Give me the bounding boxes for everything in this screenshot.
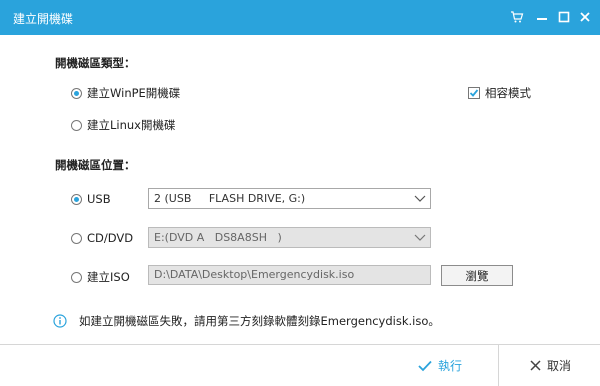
compat-mode-checkbox[interactable] [468, 87, 480, 99]
linux-radio-option[interactable]: 建立Linux開機碟 [71, 117, 175, 133]
execute-button[interactable]: 執行 [418, 357, 462, 374]
boot-location-label: 開機磁區位置： [55, 158, 136, 172]
window-title: 建立開機碟 [13, 12, 74, 26]
iso-radio-label: 建立ISO [87, 270, 130, 284]
iso-radio-option[interactable]: 建立ISO [71, 269, 130, 285]
iso-radio[interactable] [71, 271, 82, 283]
usb-drive-value: 2 (USB FLASH DRIVE, G:) [154, 192, 306, 205]
usb-radio-label: USB [87, 192, 111, 206]
info-message: 如建立開機磁區失敗，請用第三方刻錄軟體刻錄Emergencydisk.iso。 [53, 313, 440, 329]
usb-radio[interactable] [71, 193, 82, 205]
cddvd-radio-option[interactable]: CD/DVD [71, 231, 133, 245]
usb-radio-option[interactable]: USB [71, 192, 111, 206]
linux-radio-label: 建立Linux開機碟 [87, 118, 176, 132]
execute-label: 執行 [438, 359, 463, 373]
checkmark-icon [469, 89, 479, 97]
winpe-radio[interactable] [71, 87, 82, 99]
chevron-down-icon [410, 228, 430, 247]
compat-mode-label: 相容模式 [485, 86, 531, 100]
usb-drive-select[interactable]: 2 (USB FLASH DRIVE, G:) [148, 188, 431, 209]
chevron-down-icon[interactable] [410, 189, 430, 208]
linux-radio[interactable] [71, 119, 82, 131]
compat-mode-option[interactable]: 相容模式 [468, 85, 531, 101]
cancel-label: 取消 [547, 359, 572, 373]
winpe-radio-option[interactable]: 建立WinPE開機碟 [71, 85, 180, 101]
checkmark-icon [418, 360, 432, 372]
boot-type-label: 開機磁區類型： [55, 56, 136, 70]
cddvd-drive-select: E:(DVD A DS8A8SH ) [148, 227, 431, 248]
maximize-icon[interactable] [555, 8, 573, 26]
cddvd-radio[interactable] [71, 232, 82, 244]
footer-bar: 執行 取消 [0, 344, 600, 386]
title-bar: 建立開機碟 [0, 0, 600, 35]
browse-button[interactable]: 瀏覽 [441, 265, 513, 286]
cancel-button[interactable]: 取消 [530, 357, 571, 374]
close-icon[interactable] [576, 8, 594, 26]
iso-path-input: D:\DATA\Desktop\Emergencydisk.iso [148, 265, 431, 285]
close-icon [530, 360, 541, 371]
winpe-radio-label: 建立WinPE開機碟 [87, 86, 181, 100]
footer-divider [498, 345, 499, 386]
info-icon [53, 314, 67, 328]
info-text: 如建立開機磁區失敗，請用第三方刻錄軟體刻錄Emergencydisk.iso。 [79, 314, 440, 328]
cddvd-radio-label: CD/DVD [87, 231, 134, 245]
cart-icon[interactable] [508, 8, 526, 26]
cddvd-drive-value: E:(DVD A DS8A8SH ) [154, 231, 282, 244]
minimize-icon[interactable] [533, 8, 551, 26]
